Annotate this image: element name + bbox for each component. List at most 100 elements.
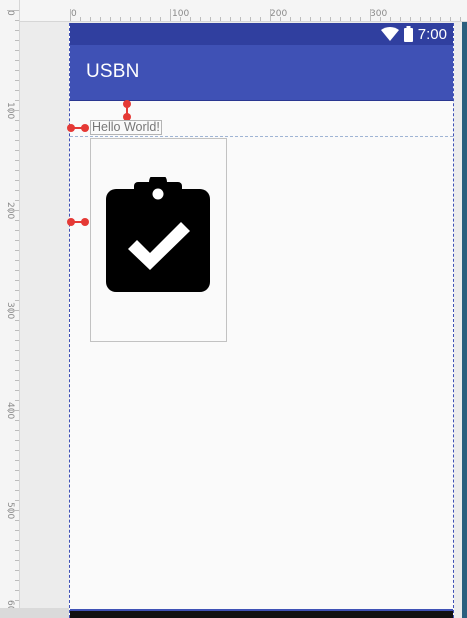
- ruler-tick: [15, 370, 19, 371]
- ruler-tick: [15, 560, 19, 561]
- ruler-tick: [120, 17, 121, 21]
- left-constraint-handle[interactable]: [81, 124, 89, 132]
- ruler-tick: [15, 320, 19, 321]
- ruler-tick: [15, 350, 19, 351]
- ruler-tick: [200, 17, 201, 21]
- ruler-tick: [260, 17, 261, 21]
- ruler-tick: [230, 17, 231, 21]
- ruler-tick: [15, 420, 19, 421]
- left-constraint-anchor[interactable]: [67, 124, 75, 132]
- ruler-label: 200: [270, 9, 288, 19]
- ruler-tick: [15, 590, 19, 591]
- ruler-tick: [300, 17, 301, 21]
- ruler-tick: [310, 17, 311, 21]
- alignment-guide: [70, 136, 453, 137]
- ruler-tick: [190, 17, 191, 21]
- app-bar: USBN: [70, 45, 453, 101]
- ruler-tick: [15, 530, 19, 531]
- ruler-tick: [15, 360, 19, 361]
- ruler-tick: [15, 380, 19, 381]
- ruler-tick: [15, 290, 19, 291]
- ruler-tick: [320, 17, 321, 21]
- battery-icon: [403, 26, 413, 42]
- ruler-tick: [15, 30, 19, 31]
- image-left-constraint-anchor[interactable]: [67, 218, 75, 226]
- ruler-tick: [15, 40, 19, 41]
- top-ruler: 0 0 100 200 300: [0, 0, 467, 22]
- ruler-tick: [70, 9, 71, 21]
- ruler-tick: [15, 160, 19, 161]
- ruler-tick: [160, 17, 161, 21]
- ruler-tick: [15, 260, 19, 261]
- ruler-tick: [15, 130, 19, 131]
- ruler-tick: [15, 540, 19, 541]
- ruler-tick: [7, 110, 19, 111]
- ruler-tick: [15, 580, 19, 581]
- ruler-tick: [15, 570, 19, 571]
- canvas-gutter: [0, 608, 69, 618]
- ruler-tick: [15, 550, 19, 551]
- ruler-tick: [15, 460, 19, 461]
- ruler-tick: [15, 390, 19, 391]
- ruler-tick: [130, 17, 131, 21]
- app-title: USBN: [86, 61, 140, 82]
- ruler-tick: [170, 9, 171, 21]
- ruler-tick: [15, 430, 19, 431]
- device-preview[interactable]: 7:00 USBN Hello World!: [67, 23, 454, 618]
- ruler-tick: [110, 17, 111, 21]
- ruler-tick: [15, 280, 19, 281]
- image-view[interactable]: [90, 138, 227, 342]
- ruler-tick: [240, 17, 241, 21]
- ruler-tick: [15, 180, 19, 181]
- ruler-tick: [420, 17, 421, 21]
- ruler-tick: [440, 17, 441, 21]
- ruler-tick: [15, 480, 19, 481]
- ruler-tick: [15, 340, 19, 341]
- ruler-tick: [15, 120, 19, 121]
- ruler-tick: [210, 17, 211, 21]
- ruler-tick: [15, 70, 19, 71]
- ruler-tick: [410, 17, 411, 21]
- ruler-label: 300: [370, 9, 388, 19]
- navigation-bar: [70, 609, 453, 618]
- ruler-tick: [180, 17, 181, 21]
- ruler-tick: [15, 100, 19, 101]
- top-constraint-anchor[interactable]: [123, 100, 131, 108]
- ruler-tick: [15, 520, 19, 521]
- clipboard-check-icon: [106, 177, 210, 292]
- hello-world-textview[interactable]: Hello World!: [90, 120, 162, 135]
- panel-edge: [462, 22, 467, 618]
- ruler-tick: [280, 17, 281, 21]
- ruler-tick: [15, 240, 19, 241]
- image-left-constraint-handle[interactable]: [81, 218, 89, 226]
- ruler-tick: [15, 270, 19, 271]
- ruler-label: 0: [71, 9, 77, 19]
- ruler-tick: [15, 150, 19, 151]
- ruler-tick: [15, 60, 19, 61]
- ruler-tick: [15, 450, 19, 451]
- ruler-tick: [140, 17, 141, 21]
- ruler-tick: [15, 170, 19, 171]
- ruler-tick: [100, 17, 101, 21]
- ruler-tick: [430, 17, 431, 21]
- ruler-tick: [15, 220, 19, 221]
- ruler-tick: [15, 400, 19, 401]
- ruler-tick: [460, 17, 461, 21]
- ruler-tick: [7, 210, 19, 211]
- ruler-tick: [15, 140, 19, 141]
- ruler-tick: [380, 17, 381, 21]
- ruler-tick: [7, 310, 19, 311]
- ruler-tick: [340, 17, 341, 21]
- status-time: 7:00: [417, 25, 447, 43]
- ruler-tick: [7, 410, 19, 411]
- ruler-tick: [7, 10, 19, 11]
- ruler-tick: [7, 510, 19, 511]
- ruler-tick: [390, 17, 391, 21]
- ruler-tick: [80, 17, 81, 21]
- ruler-tick: [15, 230, 19, 231]
- ruler-tick: [15, 300, 19, 301]
- ruler-tick: [15, 440, 19, 441]
- ruler-tick: [15, 600, 19, 601]
- ruler-tick: [150, 17, 151, 21]
- ruler-tick: [360, 17, 361, 21]
